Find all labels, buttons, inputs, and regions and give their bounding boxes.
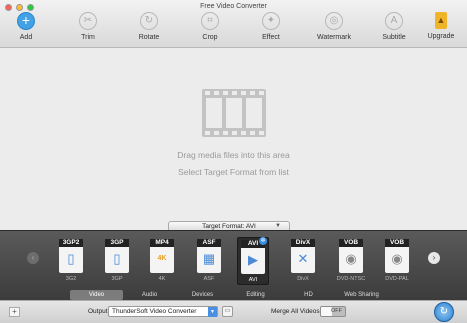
crop-icon: ⌗	[201, 12, 219, 30]
subtitle-icon: A	[385, 12, 403, 30]
disc-format-icon: VOB ◉	[385, 239, 409, 273]
asf-format-icon: ASF ▦	[197, 239, 221, 273]
category-tabs: Video Audio Devices Editing HD Web Shari…	[70, 290, 390, 300]
chevron-down-icon: ▼	[208, 307, 217, 317]
subtitle-button[interactable]: A Subtitle	[369, 12, 419, 41]
format-tag: 3GP	[105, 239, 129, 247]
trim-button[interactable]: ✂ Trim	[63, 12, 113, 41]
output-select[interactable]: ThunderSoft Video Converter ▼	[108, 306, 218, 317]
format-tag: MP4	[150, 239, 174, 247]
phone-format-icon: 3GP2 ▯	[59, 239, 83, 273]
format-3gp[interactable]: 3GP ▯ 3GP	[101, 239, 133, 283]
film-strip-icon	[202, 89, 266, 137]
format-tag: VOB	[339, 239, 363, 247]
add-format-button[interactable]: +	[9, 307, 20, 317]
merge-toggle[interactable]: OFF	[320, 306, 346, 317]
format-name: ASF	[203, 276, 215, 282]
tab-audio[interactable]: Audio	[123, 290, 176, 300]
tab-hd[interactable]: HD	[282, 290, 335, 300]
rotate-icon: ↻	[140, 12, 158, 30]
target-format-label: Target Format: AVI	[202, 223, 256, 230]
phone-format-icon: 3GP ▯	[105, 239, 129, 273]
next-formats-button[interactable]: ›	[428, 252, 440, 264]
format-name: 3GP	[111, 276, 123, 282]
format-badge: 4K	[157, 255, 167, 262]
window-title: Free Video Converter	[200, 3, 267, 10]
rotate-label: Rotate	[138, 34, 160, 41]
trim-label: Trim	[81, 34, 95, 41]
output-label: Output:	[88, 308, 110, 315]
drop-hint-secondary: Select Target Format from list	[178, 167, 289, 177]
format-dvd-ntsc[interactable]: VOB ◉ DVD-NTSC	[335, 239, 367, 283]
rotate-button[interactable]: ↻ Rotate	[124, 12, 174, 41]
tab-devices[interactable]: Devices	[176, 290, 229, 300]
avi-format-icon: AVI ▶ ✲	[241, 237, 267, 274]
previous-formats-button[interactable]: ‹	[27, 252, 39, 264]
title-bar: Free Video Converter + Add ✂ Trim ↻ Rota…	[0, 0, 467, 48]
crop-label: Crop	[202, 34, 218, 41]
effect-label: Effect	[262, 34, 280, 41]
merge-label: Merge All Videos:	[271, 308, 322, 315]
format-panel: ‹ 3GP2 ▯ 3G2 3GP ▯ 3GP MP4 4K 4K ASF ▦ A…	[0, 230, 467, 300]
drop-hint-primary: Drag media files into this area	[177, 150, 290, 160]
format-tag: DivX	[291, 239, 315, 247]
format-name: DivX	[297, 276, 309, 282]
output-value: ThunderSoft Video Converter	[112, 308, 197, 315]
app-window: Free Video Converter + Add ✂ Trim ↻ Rota…	[0, 0, 467, 323]
bottom-bar: + Output: ThunderSoft Video Converter ▼ …	[0, 300, 467, 323]
format-name: DVD-PAL	[385, 276, 409, 282]
tab-video[interactable]: Video	[70, 290, 123, 300]
folder-icon[interactable]: ▭	[222, 306, 233, 317]
format-avi[interactable]: AVI ▶ ✲ AVI	[237, 237, 269, 285]
gear-icon[interactable]: ✲	[259, 237, 267, 245]
upgrade-button[interactable]: ▲ Upgrade	[416, 12, 466, 40]
add-icon: +	[17, 12, 35, 30]
watermark-label: Watermark	[317, 34, 351, 41]
watermark-button[interactable]: ◎ Watermark	[309, 12, 359, 41]
4k-format-icon: MP4 4K	[150, 239, 174, 273]
divx-format-icon: DivX ✕	[291, 239, 315, 273]
tab-editing[interactable]: Editing	[229, 290, 282, 300]
add-label: Add	[19, 34, 33, 41]
effect-button[interactable]: ✦ Effect	[246, 12, 296, 41]
format-divx[interactable]: DivX ✕ DivX	[287, 239, 319, 283]
format-name: 3G2	[65, 276, 77, 282]
format-name: AVI	[248, 277, 258, 283]
format-dvd-pal[interactable]: VOB ◉ DVD-PAL	[381, 239, 413, 283]
format-name: 4K	[158, 276, 166, 282]
format-4k[interactable]: MP4 4K 4K	[146, 239, 178, 283]
toolbar: + Add ✂ Trim ↻ Rotate ⌗ Crop ✦ Effect ◎ …	[0, 12, 467, 46]
add-button[interactable]: + Add	[1, 12, 51, 41]
tab-web-sharing[interactable]: Web Sharing	[335, 290, 388, 300]
format-name: DVD-NTSC	[336, 276, 366, 282]
trim-icon: ✂	[79, 12, 97, 30]
disc-format-icon: VOB ◉	[339, 239, 363, 273]
format-tag: 3GP2	[59, 239, 83, 247]
watermark-icon: ◎	[325, 12, 343, 30]
effect-icon: ✦	[262, 12, 280, 30]
convert-button[interactable]: ↻	[434, 302, 454, 322]
crop-button[interactable]: ⌗ Crop	[185, 12, 235, 41]
upgrade-label: Upgrade	[427, 33, 455, 40]
subtitle-label: Subtitle	[382, 34, 406, 41]
merge-state: OFF	[331, 308, 342, 314]
format-tag: ASF	[197, 239, 221, 247]
format-asf[interactable]: ASF ▦ ASF	[193, 239, 225, 283]
drop-area[interactable]: Drag media files into this area Select T…	[0, 49, 467, 219]
upgrade-icon: ▲	[435, 12, 447, 29]
format-tag: VOB	[385, 239, 409, 247]
format-3g2[interactable]: 3GP2 ▯ 3G2	[55, 239, 87, 283]
